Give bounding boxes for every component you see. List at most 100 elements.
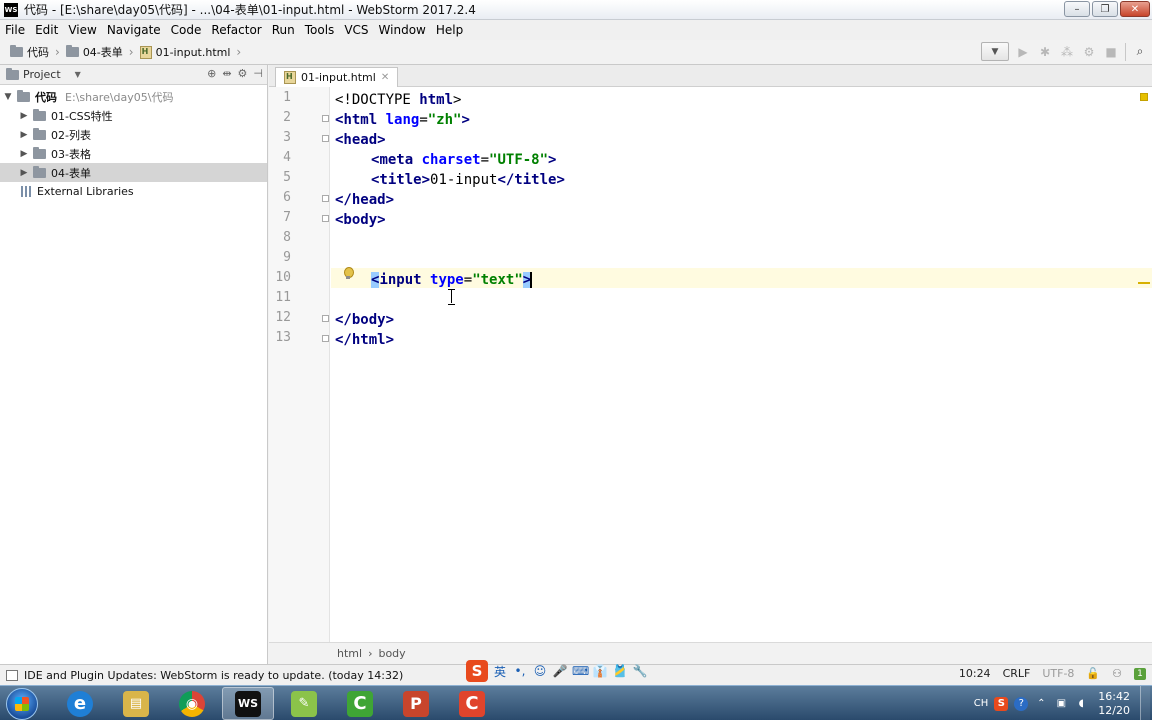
notification-badge[interactable]: 1: [1134, 667, 1146, 680]
help-icon[interactable]: ?: [1014, 696, 1029, 711]
sogou-tray-icon[interactable]: S: [994, 696, 1009, 711]
fold-marker-icon[interactable]: [322, 135, 329, 142]
library-icon: [21, 186, 33, 197]
fold-marker-icon[interactable]: [322, 195, 329, 202]
debug-icon[interactable]: ✱: [1037, 44, 1053, 60]
taskbar-ie[interactable]: e: [54, 687, 106, 720]
taskbar-webstorm[interactable]: WS: [222, 687, 274, 720]
volume-icon[interactable]: ◖: [1074, 697, 1088, 711]
chevron-right-icon: ›: [236, 45, 242, 59]
internet-explorer-icon: e: [67, 690, 93, 717]
code-editor[interactable]: <!DOCTYPE html> <html lang="zh"> <head> …: [335, 87, 1152, 642]
menu-refactor[interactable]: Refactor: [206, 23, 266, 37]
tool-window-toggle-icon[interactable]: [6, 669, 18, 681]
taskbar-chrome[interactable]: ◉: [166, 687, 218, 720]
expand-arrow-icon[interactable]: ▼: [3, 92, 13, 102]
taskbar-camtasia-red[interactable]: C: [446, 687, 498, 720]
menu-view[interactable]: View: [63, 23, 101, 37]
file-encoding[interactable]: UTF-8: [1042, 667, 1074, 680]
menu-window[interactable]: Window: [374, 23, 431, 37]
emoji-icon[interactable]: ☺: [532, 664, 548, 678]
editor-tab-active[interactable]: 01-input.html ✕: [275, 67, 399, 87]
collapse-arrow-icon[interactable]: ▶: [19, 111, 29, 121]
start-button[interactable]: [6, 688, 38, 720]
chevron-down-icon[interactable]: ▼: [75, 70, 81, 79]
wrench-icon[interactable]: 🔧: [632, 664, 648, 678]
project-panel-title[interactable]: Project: [23, 68, 61, 81]
language-indicator[interactable]: CH: [974, 698, 989, 709]
chevron-up-icon[interactable]: ⌃: [1034, 697, 1048, 711]
restore-button[interactable]: ❐: [1092, 1, 1118, 17]
close-icon[interactable]: ✕: [381, 72, 389, 83]
gear-icon[interactable]: ⚙: [238, 67, 248, 80]
menu-help[interactable]: Help: [431, 23, 468, 37]
taskbar-explorer[interactable]: ▤: [110, 687, 162, 720]
keyboard-icon[interactable]: ⌨: [572, 664, 589, 678]
breadcrumb-project[interactable]: 代码: [6, 44, 53, 60]
tree-folder[interactable]: ▶ 02-列表: [0, 125, 267, 144]
search-icon[interactable]: ⌕: [1132, 44, 1148, 60]
taskbar-notepad[interactable]: ✎: [278, 687, 330, 720]
menu-run[interactable]: Run: [267, 23, 300, 37]
inspector-icon[interactable]: ⚇: [1112, 667, 1122, 680]
run-config-dropdown[interactable]: ▼: [981, 42, 1009, 61]
fold-marker-icon[interactable]: [322, 335, 329, 342]
collapse-arrow-icon[interactable]: ▶: [19, 149, 29, 159]
lock-icon[interactable]: 🔓: [1086, 667, 1100, 680]
minimize-button[interactable]: –: [1064, 1, 1090, 17]
fold-marker-icon[interactable]: [322, 115, 329, 122]
inspection-status-icon[interactable]: [1140, 93, 1148, 101]
menu-navigate[interactable]: Navigate: [102, 23, 166, 37]
network-icon[interactable]: ▣: [1054, 697, 1068, 711]
coverage-icon[interactable]: ⁂: [1059, 44, 1075, 60]
run-icon[interactable]: ▶: [1015, 44, 1031, 60]
menu-vcs[interactable]: VCS: [339, 23, 373, 37]
line-number: 12: [275, 310, 291, 325]
breadcrumb-label: 代码: [27, 46, 49, 59]
fold-marker-icon[interactable]: [322, 315, 329, 322]
taskbar-camtasia-green[interactable]: C: [334, 687, 386, 720]
breadcrumb-file[interactable]: 01-input.html: [136, 45, 235, 59]
warning-marker[interactable]: [1138, 282, 1150, 284]
microphone-icon[interactable]: 🎤: [552, 664, 568, 678]
locate-icon[interactable]: ⊕: [207, 67, 216, 80]
stop-icon[interactable]: ■: [1103, 44, 1119, 60]
status-message[interactable]: IDE and Plugin Updates: WebStorm is read…: [6, 669, 403, 682]
tree-folder[interactable]: ▶ 03-表格: [0, 144, 267, 163]
tree-folder-selected[interactable]: ▶ 04-表单: [0, 163, 267, 182]
attach-icon[interactable]: ⚙: [1081, 44, 1097, 60]
status-indicators: 10:24 CRLF UTF-8 🔓 ⚇ 1: [959, 667, 1146, 680]
sogou-logo-icon[interactable]: S: [466, 660, 488, 682]
fold-marker-icon[interactable]: [322, 215, 329, 222]
text-caret: [530, 272, 533, 288]
tree-folder[interactable]: ▶ 01-CSS特性: [0, 106, 267, 125]
shirt-icon[interactable]: 🎽: [612, 664, 628, 678]
menu-edit[interactable]: Edit: [30, 23, 63, 37]
window-controls: – ❐ ✕: [1064, 1, 1150, 17]
hide-icon[interactable]: ⊣: [253, 67, 263, 80]
collapse-icon[interactable]: ⇹: [222, 67, 231, 80]
taskbar-powerpoint[interactable]: P: [390, 687, 442, 720]
folder-icon: [33, 108, 46, 121]
show-desktop-button[interactable]: [1140, 686, 1150, 720]
caret-position[interactable]: 10:24: [959, 667, 991, 680]
ime-mode[interactable]: 英: [492, 663, 508, 680]
breadcrumb-folder[interactable]: 04-表单: [62, 44, 127, 60]
webstorm-logo-icon: WS: [4, 2, 18, 17]
menu-file[interactable]: File: [0, 23, 30, 37]
menu-tools[interactable]: Tools: [300, 23, 340, 37]
tag-crumb-body[interactable]: body: [378, 647, 405, 660]
skin-icon[interactable]: 👔: [592, 664, 608, 678]
tree-root[interactable]: ▼ 代码 E:\share\day05\代码: [0, 87, 267, 106]
clock[interactable]: 16:42 12/20: [1098, 690, 1130, 718]
breadcrumb-label: 04-表单: [82, 46, 123, 59]
tree-external-libraries[interactable]: External Libraries: [0, 182, 267, 201]
tree-external-label: External Libraries: [37, 185, 134, 198]
line-separator[interactable]: CRLF: [1003, 667, 1031, 680]
close-button[interactable]: ✕: [1120, 1, 1150, 17]
punctuation-icon[interactable]: •,: [512, 664, 528, 678]
menu-code[interactable]: Code: [166, 23, 207, 37]
collapse-arrow-icon[interactable]: ▶: [19, 130, 29, 140]
collapse-arrow-icon[interactable]: ▶: [19, 168, 29, 178]
tag-crumb-html[interactable]: html: [337, 647, 362, 660]
